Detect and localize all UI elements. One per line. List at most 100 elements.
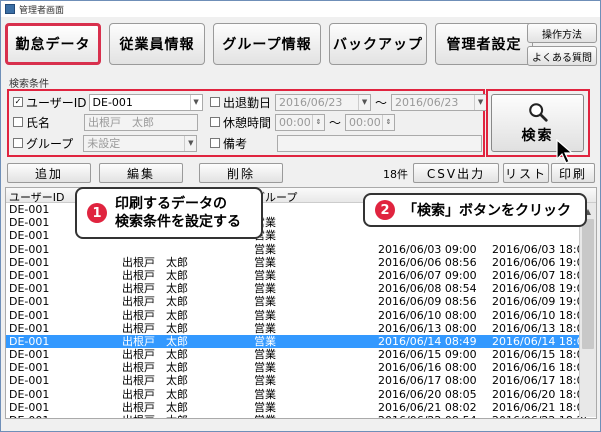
table-row[interactable]: DE-001 出根戸 太郎 営業 2016/06/20 08:05 2016/06/20… [6,388,596,401]
date-to-picker[interactable]: 2016/06/23 ▼ [391,93,488,111]
group-row: グループ 未設定 ▼ [13,134,198,152]
cell-in: 2016/06/20 08:05 [378,387,477,401]
table-row[interactable]: DE-001 出根戸 太郎 営業 2016/06/07 09:00 2016/06/07… [6,269,596,282]
table-row[interactable]: DE-001 出根戸 太郎 営業 2016/06/10 08:00 2016/06/10… [6,309,596,322]
table-row[interactable]: DE-001 出根戸 太郎 営業 2016/06/08 08:54 2016/06/08… [6,282,596,295]
cell-name: 出根戸 太郎 [122,255,188,269]
nav-backup[interactable]: バックアップ [329,23,427,65]
cell-in: 2016/06/07 09:00 [378,268,477,282]
nav-admin-settings[interactable]: 管理者設定 [435,23,533,65]
cell-group: 営業 [254,321,276,335]
date-range-tilde: ～ [375,95,388,110]
user-id-select[interactable]: DE-001 ▼ [88,93,203,111]
group-checkbox[interactable] [13,138,23,148]
scroll-thumb[interactable] [582,219,594,349]
print-button[interactable]: 印刷 [551,163,595,183]
cell-id: DE-001 [9,400,50,414]
date-checkbox[interactable] [210,97,220,107]
note-checkbox[interactable] [210,138,220,148]
table-scrollbar[interactable]: ▲ [579,203,596,417]
name-input[interactable]: 出根戸 太郎 [84,113,199,131]
break-from-stepper[interactable]: 00:00 ⇕ [275,113,326,131]
cell-id: DE-001 [9,361,50,375]
cell-name: 出根戸 太郎 [122,295,188,309]
search-conditions-label: 検索条件 [9,79,49,90]
break-to-value: 00:00 [349,115,381,129]
nav-employee-info[interactable]: 従業員情報 [109,23,205,65]
table-row[interactable]: DE-001 営業 2016/06/03 09:00 2016/06/03 18:00 [6,243,596,256]
cell-in: 2016/06/15 09:00 [378,348,477,362]
callout-step-2: 2 「検索」ボタンをクリック [363,193,587,227]
faq-button[interactable]: よくある質問 [527,46,597,66]
cell-in: 2016/06/08 08:54 [378,282,477,296]
cell-name: 出根戸 太郎 [122,414,188,418]
cell-in: 2016/06/10 08:00 [378,308,477,322]
delete-button[interactable]: 削除 [199,163,283,183]
csv-export-button[interactable]: CSV出力 [413,163,499,183]
cell-name: 出根戸 太郎 [122,374,188,388]
break-checkbox[interactable] [210,117,220,127]
name-value: 出根戸 太郎 [88,116,155,129]
table-row[interactable]: DE-001 出根戸 太郎 営業 2016/06/17 08:00 2016/06/17… [6,374,596,387]
help-buttons: 操作方法 よくある質問 [527,23,597,69]
date-from-picker[interactable]: 2016/06/23 ▼ [275,93,372,111]
cell-id: DE-001 [9,203,50,216]
table-row[interactable]: DE-001 出根戸 太郎 営業 2016/06/13 08:00 2016/06/13… [6,322,596,335]
add-button[interactable]: 追加 [7,163,91,183]
break-to-stepper[interactable]: 00:00 ⇕ [345,113,396,131]
cell-group: 営業 [254,308,276,322]
cell-id: DE-001 [9,374,50,388]
note-input[interactable] [277,134,483,152]
cell-out: 2016/06/20 18:00 [492,387,591,401]
edit-button[interactable]: 編集 [99,163,183,183]
group-select[interactable]: 未設定 ▼ [83,134,198,152]
group-label: グループ [26,136,74,151]
date-from-value: 2016/06/23 [279,95,343,109]
cell-out: 2016/06/17 18:01 [492,374,591,388]
cell-group: 営業 [254,348,276,362]
break-row: 休憩時間 00:00 ⇕ ～ 00:00 ⇕ [210,113,396,131]
chevron-down-icon: ▼ [189,94,202,110]
how-to-button[interactable]: 操作方法 [527,23,597,43]
table-row[interactable]: DE-001 出根戸 太郎 営業 2016/06/16 08:00 2016/06/16… [6,361,596,374]
table-row[interactable]: DE-001 出根戸 太郎 営業 2016/06/15 09:00 2016/06/15… [6,348,596,361]
chevron-down-icon: ▼ [474,94,486,110]
cell-out: 2016/06/10 18:00 [492,308,591,322]
date-to-value: 2016/06/23 [395,95,459,109]
name-row: 氏名 出根戸 太郎 [13,113,199,131]
chevron-down-icon: ▼ [184,135,196,151]
table-row[interactable]: DE-001 出根戸 太郎 営業 2016/06/14 08:49 2016/06/14… [6,334,596,349]
callout-step-1: 1 印刷するデータの 検索条件を設定する [75,187,263,239]
table-row[interactable]: DE-001 出根戸 太郎 営業 2016/06/21 08:02 2016/06/21… [6,401,596,414]
cell-in: 2016/06/06 08:56 [378,255,477,269]
app-icon [5,4,15,14]
cell-out: 2016/06/13 18:00 [492,321,591,335]
callout-1-number: 1 [87,203,107,223]
cell-group: 営業 [254,255,276,269]
cell-out: 2016/06/07 18:00 [492,268,591,282]
cell-group: 営業 [254,334,276,348]
cell-in: 2016/06/21 08:02 [378,400,477,414]
table-row[interactable]: DE-001 出根戸 太郎 営業 2016/06/06 08:56 2016/06/06… [6,256,596,269]
cell-out: 2016/06/08 19:00 [492,282,591,296]
name-checkbox[interactable] [13,117,23,127]
table-row[interactable]: DE-001 出根戸 太郎 営業 2016/06/09 08:56 2016/06/09… [6,295,596,308]
cell-id: DE-001 [9,321,50,335]
callout-1-line-2: 検索条件を設定する [115,214,241,230]
cell-id: DE-001 [9,295,50,309]
cell-id: DE-001 [9,242,50,256]
nav-attendance-data[interactable]: 勤怠データ [5,23,101,65]
nav-group-info[interactable]: グループ情報 [213,23,321,65]
table-row[interactable]: DE-001 出根戸 太郎 営業 2016/06/22 08:54 2016/06/22… [6,414,596,418]
app-window: 管理者画面 勤怠データ 従業員情報 グループ情報 バックアップ 管理者設定 操作… [0,0,601,432]
user-id-checkbox[interactable]: ✓ [13,97,23,107]
chevron-down-icon: ▼ [358,94,370,110]
cell-out: 2016/06/15 18:00 [492,348,591,362]
cell-out: 2016/06/22 18:25 [492,414,591,418]
list-button[interactable]: リスト [503,163,549,183]
cell-name: 出根戸 太郎 [122,334,188,348]
group-value: 未設定 [87,137,121,150]
cell-group: 営業 [254,374,276,388]
cell-name: 出根戸 太郎 [122,282,188,296]
date-row: 出退勤日 2016/06/23 ▼ ～ 2016/06/23 ▼ [210,93,488,111]
